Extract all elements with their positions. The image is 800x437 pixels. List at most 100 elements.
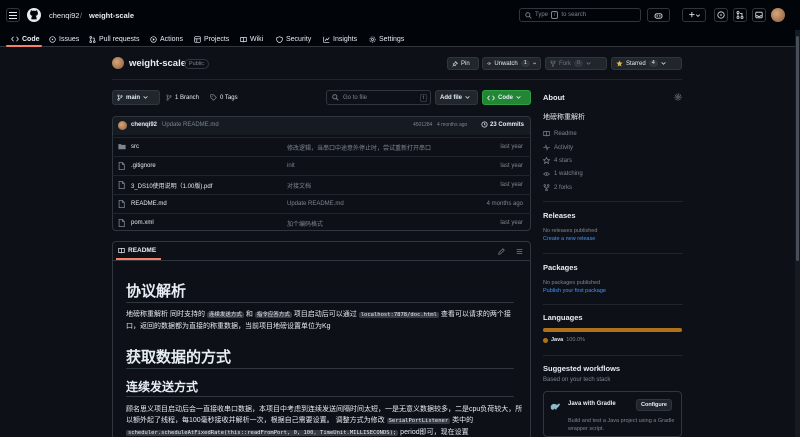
- readme-header-divider: [112, 260, 531, 261]
- configure-workflow-button[interactable]: Configure: [636, 399, 672, 411]
- header-repo-link[interactable]: weight-scale: [89, 11, 134, 20]
- title-divider: [112, 79, 682, 80]
- repo-name[interactable]: weight-scale: [129, 58, 186, 69]
- sidebar-watching-link[interactable]: 1 watching: [543, 171, 583, 177]
- search-icon: [332, 94, 339, 101]
- header-owner-link[interactable]: chenqi92: [49, 11, 79, 20]
- sidebar-divider: [543, 201, 683, 202]
- file-commit-message[interactable]: 对接文档: [287, 181, 311, 190]
- packages-empty-text: No packages published: [543, 280, 601, 286]
- notifications-button[interactable]: [752, 8, 766, 22]
- file-commit-message[interactable]: Update README.md: [287, 201, 344, 207]
- pull-requests-button[interactable]: [733, 8, 747, 22]
- avatar[interactable]: [771, 8, 785, 22]
- unwatch-button[interactable]: Unwatch 1: [482, 57, 541, 70]
- git-pull-request-icon: [89, 35, 96, 43]
- folder-icon: [118, 144, 126, 150]
- file-name[interactable]: README.md: [131, 201, 167, 207]
- readme-tab[interactable]: README: [118, 247, 156, 254]
- sidebar-stars-link[interactable]: 4 stars: [543, 157, 572, 164]
- create-new-button[interactable]: [682, 8, 706, 22]
- tab-wiki[interactable]: Wiki: [240, 33, 263, 45]
- releases-title[interactable]: Releases: [543, 211, 576, 220]
- star-count: 4: [648, 60, 658, 67]
- language-java[interactable]: Java 100.0%: [543, 337, 585, 343]
- file-name[interactable]: .gitignore: [131, 163, 156, 169]
- sidebar-activity-link[interactable]: Activity: [543, 144, 573, 151]
- tab-projects[interactable]: Projects: [194, 33, 229, 45]
- file-name[interactable]: src: [131, 144, 139, 150]
- table-row[interactable]: 3_DS10使用说明（1.00版).pdf 对接文档 last year: [112, 175, 531, 194]
- sidebar-divider: [543, 253, 683, 254]
- file-name[interactable]: pom.xml: [131, 220, 154, 226]
- repo-owner-avatar: [112, 57, 124, 69]
- workflow-name: Java with Gradle: [568, 401, 616, 407]
- tab-insights[interactable]: Insights: [323, 33, 357, 45]
- issue-opened-icon: [49, 35, 56, 43]
- readme-heading-continuous: 连续发送方式: [126, 380, 199, 394]
- branches-link[interactable]: 1 Branch: [166, 94, 199, 101]
- git-branch-icon: [117, 94, 123, 101]
- commit-message[interactable]: Update README.md: [162, 122, 219, 128]
- language-bar: [543, 328, 682, 332]
- sidebar-readme-link[interactable]: Readme: [543, 130, 577, 137]
- fork-button[interactable]: Fork 0: [545, 57, 607, 70]
- tab-label: Wiki: [250, 35, 264, 43]
- commit-hash[interactable]: 4501284: [413, 122, 432, 128]
- pin-button[interactable]: Pin: [447, 57, 479, 70]
- tab-code[interactable]: Code: [11, 33, 40, 45]
- table-row[interactable]: .gitignore init last year: [112, 156, 531, 175]
- file-commit-time: last year: [500, 182, 523, 188]
- issues-button[interactable]: [714, 8, 728, 22]
- edit-readme-button[interactable]: [498, 248, 505, 255]
- table-row[interactable]: README.md Update README.md 4 months ago: [112, 194, 531, 213]
- table-icon: [194, 35, 201, 43]
- starred-button[interactable]: Starred 4: [611, 57, 682, 70]
- gear-icon: [674, 93, 682, 101]
- readme-heading-protocol: 协议解析: [126, 283, 187, 300]
- tab-actions[interactable]: Actions: [150, 33, 183, 45]
- publish-package-link[interactable]: Publish your first package: [543, 288, 606, 294]
- global-search-input[interactable]: Type / to search: [519, 8, 641, 22]
- plus-icon: [688, 11, 700, 17]
- page-scrollbar-thumb[interactable]: [796, 36, 799, 261]
- table-row[interactable]: pom.xml 加个编码格式 last year: [112, 213, 531, 232]
- commit-author[interactable]: chenqi92: [131, 122, 157, 128]
- commits-history-link[interactable]: 23 Commits: [481, 121, 524, 128]
- tab-label: Pull requests: [99, 35, 140, 43]
- packages-title[interactable]: Packages: [543, 263, 578, 272]
- sidebar-forks-link[interactable]: 2 forks: [543, 184, 572, 191]
- tags-link[interactable]: 0 Tags: [210, 94, 238, 101]
- tab-issues[interactable]: Issues: [49, 33, 79, 45]
- table-row[interactable]: src 修改逻辑，当串口中途意外停止时，尝试重新打开串口 last year: [112, 137, 531, 156]
- tab-security[interactable]: Security: [276, 33, 311, 45]
- book-icon: [118, 248, 125, 254]
- watch-count: 1: [520, 60, 530, 67]
- global-header: chenqi92 / weight-scale Type / to search: [0, 0, 800, 30]
- create-release-link[interactable]: Create a new release: [543, 236, 595, 242]
- file-commit-message[interactable]: 加个编码格式: [287, 219, 323, 228]
- github-logo-icon[interactable]: [27, 8, 41, 22]
- eye-icon: [543, 172, 550, 176]
- go-to-file-input[interactable]: Go to file t: [326, 90, 431, 105]
- readme-paragraph-1: 地磅称重解析 同时支持的 连续发送方式 和 指令应答方式 项目启动后可以通过 l…: [126, 311, 511, 330]
- file-commit-message[interactable]: 修改逻辑，当串口中途意外停止时，尝试重新打开串口: [287, 143, 431, 152]
- gear-icon: [369, 35, 376, 43]
- search-suffix: to search: [561, 12, 587, 18]
- file-name[interactable]: 3_DS10使用说明（1.00版).pdf: [131, 181, 212, 190]
- commits-count: 23 Commits: [490, 121, 525, 128]
- workflow-description: Build and test a Java project using a Gr…: [568, 418, 675, 432]
- copilot-button[interactable]: [647, 8, 670, 22]
- active-tab-indicator: [6, 45, 42, 47]
- tab-settings[interactable]: Settings: [369, 33, 404, 45]
- add-file-button[interactable]: Add file: [435, 90, 478, 105]
- branch-select-button[interactable]: main: [112, 90, 160, 105]
- readme-outline-button[interactable]: [516, 248, 523, 255]
- file-commit-message[interactable]: init: [287, 163, 295, 169]
- hamburger-menu-button[interactable]: [6, 8, 20, 22]
- file-commit-time: 4 months ago: [486, 201, 523, 207]
- tab-label: Projects: [204, 35, 230, 43]
- code-button[interactable]: Code: [482, 90, 531, 105]
- tab-pull-requests[interactable]: Pull requests: [89, 33, 139, 45]
- edit-about-button[interactable]: [674, 93, 682, 101]
